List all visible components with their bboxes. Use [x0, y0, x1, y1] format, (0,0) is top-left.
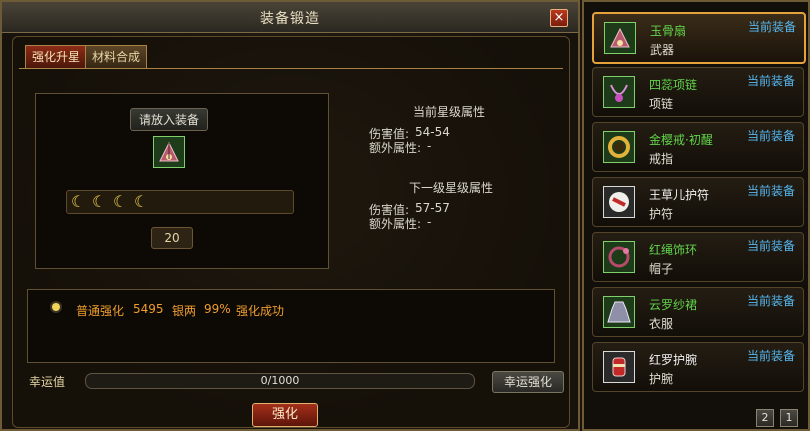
equipment-icon-slot — [603, 241, 635, 273]
equipment-name: 玉骨扇 — [650, 24, 687, 38]
equipment-icon-slot — [603, 131, 635, 163]
star-moon-icon: ☾ — [113, 192, 128, 211]
equipment-row-hat[interactable]: 红绳饰环帽子 当前装备 — [592, 232, 804, 282]
equipment-name: 金樱戒·初醒 — [649, 133, 713, 147]
equipment-row-necklace[interactable]: 四蕊项链项链 当前装备 — [592, 67, 804, 117]
amulet-icon — [609, 192, 629, 212]
tab-star-upgrade[interactable]: 强化升星 — [25, 45, 88, 68]
luck-value: 0/1000 — [260, 374, 300, 387]
forge-window: 装备锻造 × 强化升星 材料合成 请放入装备 ☾ ☾ ☾ ☾ 20 当前星级属性 伤害… — [0, 0, 580, 431]
star-level-value: 20 — [151, 227, 193, 249]
equipment-type: 护符 — [649, 207, 674, 221]
dress-icon — [607, 301, 631, 323]
tab-divider — [19, 68, 563, 69]
close-button[interactable]: × — [550, 9, 568, 27]
equipment-slot-panel: 请放入装备 ☾ ☾ ☾ ☾ 20 — [35, 93, 329, 269]
bracer-icon — [612, 357, 626, 377]
luck-progress-bar: 0/1000 — [85, 373, 475, 389]
page-button-2[interactable]: 2 — [756, 409, 774, 427]
lucky-forge-button[interactable]: 幸运强化 — [492, 371, 564, 393]
close-icon: × — [553, 10, 565, 25]
current-equipment-badge: 当前装备 — [746, 74, 795, 88]
equipment-row-weapon[interactable]: 玉骨扇武器 当前装备 — [592, 12, 806, 64]
star-moon-icon: ☾ — [134, 192, 149, 211]
tab-material-synthesis[interactable]: 材料合成 — [85, 45, 148, 68]
current-equipment-badge: 当前装备 — [747, 20, 796, 34]
equipment-row-clothes[interactable]: 云罗纱裙衣服 当前装备 — [592, 287, 804, 337]
current-damage-value: 54-54 — [415, 125, 450, 139]
next-stats-heading: 下一级星级属性 — [409, 181, 494, 195]
equipment-name: 云罗纱裙 — [649, 298, 698, 312]
current-equipment-badge: 当前装备 — [746, 239, 795, 253]
equipment-icon-slot — [603, 351, 635, 383]
star-level-bar: ☾ ☾ ☾ ☾ — [66, 190, 294, 214]
equipment-type: 武器 — [650, 43, 675, 57]
option-currency: 银两 — [172, 304, 197, 318]
next-extra-value: - — [427, 215, 432, 229]
equipment-icon-slot — [603, 296, 635, 328]
current-equipment-badge: 当前装备 — [746, 184, 795, 198]
equipment-icon-slot — [603, 76, 635, 108]
current-equipment-badge: 当前装备 — [746, 349, 795, 363]
next-damage-value: 57-57 — [415, 201, 450, 215]
equipment-type: 衣服 — [649, 317, 674, 331]
equipment-slot[interactable] — [153, 136, 185, 168]
ring-icon — [608, 136, 630, 158]
equipment-icon-slot — [603, 186, 635, 218]
equipment-icon-slot — [604, 22, 636, 54]
option-rate: 99% — [204, 302, 231, 316]
necklace-icon — [610, 84, 628, 102]
equipment-row-bracer[interactable]: 红罗护腕护腕 当前装备 — [592, 342, 804, 392]
current-extra-value: - — [427, 139, 432, 153]
equipment-type: 帽子 — [649, 262, 674, 276]
forge-option-panel: 普通强化 5495 银两 99% 强化成功 — [27, 289, 555, 363]
fan-weapon-icon — [159, 141, 179, 162]
equipment-row-amulet[interactable]: 王草儿护符护符 当前装备 — [592, 177, 804, 227]
option-cost: 5495 — [133, 302, 164, 316]
equipment-type: 护腕 — [649, 372, 674, 386]
normal-forge-radio[interactable] — [52, 303, 60, 311]
option-result: 强化成功 — [236, 304, 285, 318]
equipment-row-ring[interactable]: 金樱戒·初醒 戒指 当前装备 — [592, 122, 804, 172]
equipment-list-panel: 玉骨扇 武器 当前装备 四蕊项链 项链 当前装备 金樱戒·初醒 戒指 当前装备 王草儿护符 护符 当前… — [582, 0, 810, 431]
star-moon-icon: ☾ — [71, 192, 86, 211]
page-button-1[interactable]: 1 — [780, 409, 798, 427]
forge-content: 强化升星 材料合成 请放入装备 ☾ ☾ ☾ ☾ 20 当前星级属性 伤害值: 54-5… — [12, 36, 570, 428]
equipment-name: 红罗护腕 — [649, 353, 698, 367]
current-equipment-badge: 当前装备 — [746, 129, 795, 143]
equipment-name: 王草儿护符 — [649, 188, 710, 202]
forge-button[interactable]: 强化 — [252, 403, 318, 427]
equipment-type: 戒指 — [649, 152, 674, 166]
title-bar[interactable]: 装备锻造 × — [2, 2, 578, 33]
current-stats-heading: 当前星级属性 — [413, 105, 486, 119]
luck-row: 幸运值 0/1000 — [27, 371, 497, 391]
current-equipment-badge: 当前装备 — [746, 294, 795, 308]
equipment-name: 四蕊项链 — [649, 78, 698, 92]
luck-label: 幸运值 — [29, 375, 66, 389]
star-moon-icon: ☾ — [92, 192, 107, 211]
fan-weapon-icon — [610, 27, 630, 48]
window-title: 装备锻造 — [260, 11, 320, 27]
current-extra-label: 额外属性: — [369, 141, 422, 155]
equipment-name: 红绳饰环 — [649, 243, 698, 257]
option-name[interactable]: 普通强化 — [76, 302, 124, 319]
insert-equipment-label: 请放入装备 — [130, 108, 209, 131]
next-extra-label: 额外属性: — [369, 217, 422, 231]
hair-ring-icon — [608, 246, 630, 268]
equipment-type: 项链 — [649, 97, 674, 111]
